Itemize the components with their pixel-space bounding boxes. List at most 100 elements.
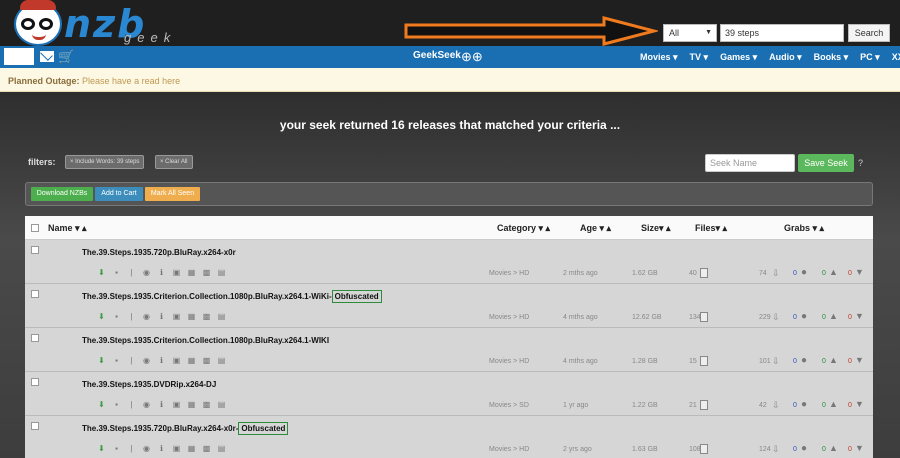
cart-icon[interactable]: ▪	[112, 400, 121, 409]
release-name[interactable]: The.39.Steps.1935.Criterion.Collection.1…	[82, 290, 382, 303]
user-menu[interactable]	[4, 48, 34, 65]
nav-item-audio[interactable]: Audio ▾	[769, 52, 802, 63]
nfo-icon[interactable]: ▤	[217, 356, 226, 365]
info-icon[interactable]: ℹ	[157, 268, 166, 277]
preview-icon[interactable]: ▦	[187, 312, 196, 321]
info-icon[interactable]: ℹ	[157, 356, 166, 365]
col-name[interactable]: Name ▾ ▴	[48, 223, 87, 234]
thumbs-down-icon[interactable]: ▼	[855, 399, 864, 409]
release-category[interactable]: Movies > HD	[489, 314, 529, 321]
flag-icon[interactable]: ▩	[202, 444, 211, 453]
search-input[interactable]: 39 steps	[720, 24, 844, 42]
info-icon[interactable]: ℹ	[157, 400, 166, 409]
flag-icon[interactable]: ▩	[202, 356, 211, 365]
download-icon[interactable]: ⬇	[97, 268, 106, 277]
release-name[interactable]: The.39.Steps.1935.720p.BluRay.x264-x0r- O…	[82, 422, 289, 435]
thumbs-down-icon[interactable]: ▼	[855, 267, 864, 277]
col-files[interactable]: Files▾ ▴	[695, 223, 727, 234]
table-row[interactable]: The.39.Steps.1935.720p.BluRay.x264-x0r ⬇…	[25, 240, 873, 284]
col-age[interactable]: Age ▾ ▴	[580, 223, 611, 234]
seen-icon[interactable]: ◉	[142, 268, 151, 277]
nav-item-pc[interactable]: PC ▾	[860, 52, 880, 63]
comment-icon[interactable]: ●	[801, 267, 807, 278]
thumbs-up-icon[interactable]: ▲	[829, 399, 838, 409]
help-icon[interactable]: ?	[858, 158, 863, 168]
cart-icon[interactable]: ▪	[112, 312, 121, 321]
nfo-icon[interactable]: ▤	[217, 312, 226, 321]
file-icon[interactable]	[700, 444, 708, 454]
download-icon[interactable]: ⬇	[97, 444, 106, 453]
geekseek-link[interactable]: GeekSeek	[413, 50, 461, 61]
thumbs-down-icon[interactable]: ▼	[855, 311, 864, 321]
select-all-checkbox[interactable]	[31, 224, 39, 232]
download-nzbs-button[interactable]: Download NZBs	[31, 187, 93, 201]
image-icon[interactable]: ▣	[172, 356, 181, 365]
save-seek-button[interactable]: Save Seek	[798, 154, 854, 172]
seen-icon[interactable]: ◉	[142, 444, 151, 453]
cart-icon[interactable]: 🛒	[58, 49, 74, 65]
flag-icon[interactable]: ▩	[202, 400, 211, 409]
flag-icon[interactable]: ▩	[202, 312, 211, 321]
table-row[interactable]: The.39.Steps.1935.Criterion.Collection.1…	[25, 328, 873, 372]
preview-icon[interactable]: ▦	[187, 268, 196, 277]
file-icon[interactable]	[700, 356, 708, 366]
release-category[interactable]: Movies > HD	[489, 270, 529, 277]
table-row[interactable]: The.39.Steps.1935.720p.BluRay.x264-x0r- O…	[25, 416, 873, 458]
download-icon[interactable]: ⬇	[97, 400, 106, 409]
nav-item-movies[interactable]: Movies ▾	[640, 52, 678, 63]
alert-link[interactable]: Please have a read here	[82, 76, 180, 86]
cart-icon[interactable]: ▪	[112, 268, 121, 277]
nav-item-games[interactable]: Games ▾	[720, 52, 757, 63]
row-checkbox[interactable]	[31, 290, 39, 298]
release-name[interactable]: The.39.Steps.1935.Criterion.Collection.1…	[82, 336, 329, 345]
release-category[interactable]: Movies > SD	[489, 402, 529, 409]
nav-item-tv[interactable]: TV ▾	[690, 52, 709, 63]
binoculars-icon[interactable]: ⊕⊕	[461, 49, 483, 65]
thumbs-down-icon[interactable]: ▼	[855, 443, 864, 453]
table-row[interactable]: The.39.Steps.1935.Criterion.Collection.1…	[25, 284, 873, 328]
image-icon[interactable]: ▣	[172, 268, 181, 277]
info-icon[interactable]: ℹ	[157, 312, 166, 321]
col-grabs[interactable]: Grabs ▾ ▴	[784, 223, 824, 234]
row-checkbox[interactable]	[31, 246, 39, 254]
mail-icon[interactable]	[40, 51, 54, 62]
nav-item-books[interactable]: Books ▾	[814, 52, 849, 63]
filter-tag-include-words[interactable]: × Include Words: 39 steps	[65, 155, 145, 169]
seen-icon[interactable]: ◉	[142, 400, 151, 409]
thumbs-up-icon[interactable]: ▲	[829, 311, 838, 321]
comment-icon[interactable]: ●	[801, 443, 807, 454]
search-scope-select[interactable]: All ▼	[663, 24, 717, 42]
thumbs-up-icon[interactable]: ▲	[829, 355, 838, 365]
seek-name-input[interactable]: Seek Name	[705, 154, 795, 172]
image-icon[interactable]: ▣	[172, 400, 181, 409]
nfo-icon[interactable]: ▤	[217, 444, 226, 453]
cart-icon[interactable]: ▪	[112, 444, 121, 453]
nfo-icon[interactable]: ▤	[217, 268, 226, 277]
row-checkbox[interactable]	[31, 334, 39, 342]
comment-icon[interactable]: ●	[801, 311, 807, 322]
filter-tag-clear-all[interactable]: × Clear All	[155, 155, 193, 169]
comment-icon[interactable]: ●	[801, 355, 807, 366]
release-category[interactable]: Movies > HD	[489, 446, 529, 453]
nfo-icon[interactable]: ▤	[217, 400, 226, 409]
search-button[interactable]: Search	[848, 24, 890, 42]
seen-icon[interactable]: ◉	[142, 356, 151, 365]
preview-icon[interactable]: ▦	[187, 444, 196, 453]
thumbs-down-icon[interactable]: ▼	[855, 355, 864, 365]
cart-icon[interactable]: ▪	[112, 356, 121, 365]
file-icon[interactable]	[700, 268, 708, 278]
row-checkbox[interactable]	[31, 422, 39, 430]
comment-icon[interactable]: ●	[801, 399, 807, 410]
mark-all-seen-button[interactable]: Mark All Seen	[145, 187, 200, 201]
row-checkbox[interactable]	[31, 378, 39, 386]
flag-icon[interactable]: ▩	[202, 268, 211, 277]
preview-icon[interactable]: ▦	[187, 400, 196, 409]
add-to-cart-button[interactable]: Add to Cart	[95, 187, 143, 201]
table-row[interactable]: The.39.Steps.1935.DVDRip.x264-DJ ⬇ ▪ | ◉ ℹ ▣ ▦…	[25, 372, 873, 416]
info-icon[interactable]: ℹ	[157, 444, 166, 453]
preview-icon[interactable]: ▦	[187, 356, 196, 365]
seen-icon[interactable]: ◉	[142, 312, 151, 321]
thumbs-up-icon[interactable]: ▲	[829, 267, 838, 277]
site-logo[interactable]: nzb geek	[6, 0, 186, 46]
release-name[interactable]: The.39.Steps.1935.DVDRip.x264-DJ	[82, 380, 216, 389]
